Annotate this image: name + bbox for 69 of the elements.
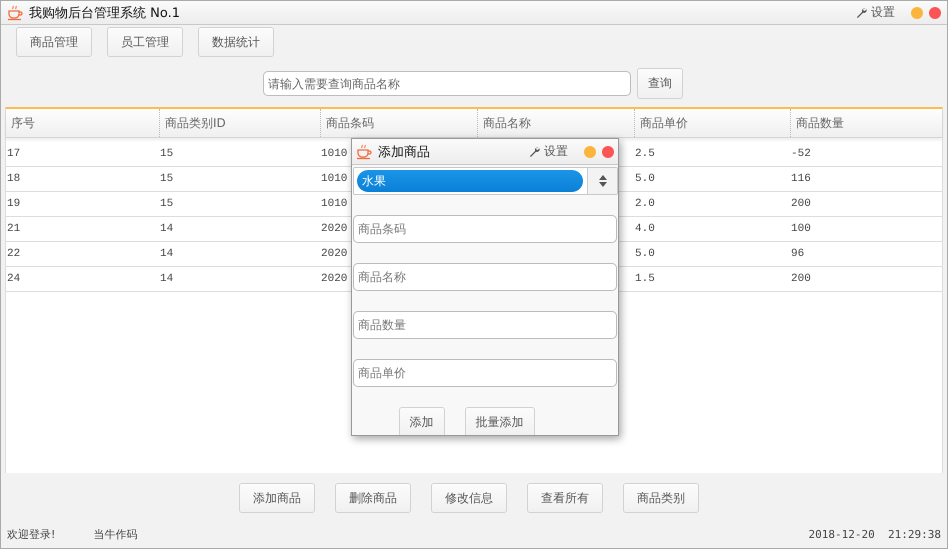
table-cell: 17 <box>7 148 20 160</box>
table-cell: 1010 <box>321 198 348 210</box>
table-cell: 5.0 <box>635 173 655 185</box>
close-button[interactable] <box>602 146 614 158</box>
nav-button[interactable]: 商品管理 <box>16 27 92 57</box>
coffee-cup-icon <box>356 144 372 160</box>
table-cell: 200 <box>791 198 811 210</box>
column-header[interactable]: 商品单价 <box>634 109 790 137</box>
input-field[interactable]: 商品条码 <box>353 215 617 243</box>
input-field[interactable]: 商品数量 <box>353 311 617 339</box>
table-cell: -52 <box>791 148 811 160</box>
table-cell: 24 <box>7 273 20 285</box>
input-field[interactable]: 商品名称 <box>353 263 617 291</box>
spinner-arrows-icon[interactable] <box>587 168 617 194</box>
welcome-text: 欢迎登录! <box>7 526 56 542</box>
column-header[interactable]: 商品条码 <box>320 109 477 137</box>
table-cell: 4.0 <box>635 223 655 235</box>
dialog-title: 添加商品 <box>378 144 431 160</box>
table-cell: 100 <box>791 223 811 235</box>
wrench-icon <box>529 146 540 157</box>
action-button[interactable]: 查看所有 <box>527 483 603 513</box>
input-field[interactable]: 商品单价 <box>353 359 617 387</box>
wrench-icon <box>856 7 867 18</box>
nav-button[interactable]: 员工管理 <box>107 27 183 57</box>
settings-button[interactable]: 设置 <box>529 143 568 160</box>
author-text: 当牛作码 <box>93 526 138 542</box>
minimize-button[interactable] <box>584 146 596 158</box>
coffee-cup-icon <box>7 4 23 20</box>
table-cell: 2020 <box>321 223 348 235</box>
minimize-button[interactable] <box>911 6 923 18</box>
column-header[interactable]: 序号 <box>6 109 159 137</box>
table-cell: 18 <box>7 173 20 185</box>
dialog-button[interactable]: 批量添加 <box>464 407 534 435</box>
column-header[interactable]: 商品类别ID <box>159 109 320 137</box>
table-cell: 2020 <box>321 273 348 285</box>
nav-button[interactable]: 数据统计 <box>198 27 274 57</box>
action-button[interactable]: 添加商品 <box>239 483 315 513</box>
table-cell: 15 <box>160 173 174 185</box>
table-cell: 21 <box>7 223 20 235</box>
search-field[interactable]: 请输入需要查询商品名称 <box>263 71 631 96</box>
table-cell: 19 <box>7 198 20 210</box>
category-dropdown[interactable]: 水果 <box>353 167 618 195</box>
window-title: 我购物后台管理系统 No.1 <box>29 4 181 22</box>
close-button[interactable] <box>929 6 941 18</box>
table-cell: 14 <box>160 223 174 235</box>
table-cell: 22 <box>7 248 20 260</box>
column-header[interactable]: 商品数量 <box>790 109 942 137</box>
table-cell: 5.0 <box>635 248 655 260</box>
datetime-text: 2018-12-20 21:29:38 <box>808 528 941 540</box>
table-cell: 15 <box>160 148 174 160</box>
table-cell: 2.0 <box>635 198 655 210</box>
action-button[interactable]: 商品类别 <box>623 483 699 513</box>
table-cell: 14 <box>160 273 174 285</box>
table-cell: 200 <box>791 273 811 285</box>
table-cell: 96 <box>791 248 804 260</box>
table-cell: 2020 <box>321 248 348 260</box>
search-button[interactable]: 查询 <box>637 68 683 99</box>
table-cell: 1010 <box>321 148 348 160</box>
table-cell: 2.5 <box>635 148 655 160</box>
table-cell: 1.5 <box>635 273 655 285</box>
dialog-button[interactable]: 添加 <box>398 407 444 435</box>
table-cell: 116 <box>791 173 811 185</box>
action-button[interactable]: 删除商品 <box>335 483 411 513</box>
action-button[interactable]: 修改信息 <box>431 483 507 513</box>
table-cell: 14 <box>160 248 174 260</box>
settings-button[interactable]: 设置 <box>856 4 895 21</box>
table-cell: 1010 <box>321 173 348 185</box>
table-cell: 15 <box>160 198 174 210</box>
column-header[interactable]: 商品名称 <box>477 109 634 137</box>
